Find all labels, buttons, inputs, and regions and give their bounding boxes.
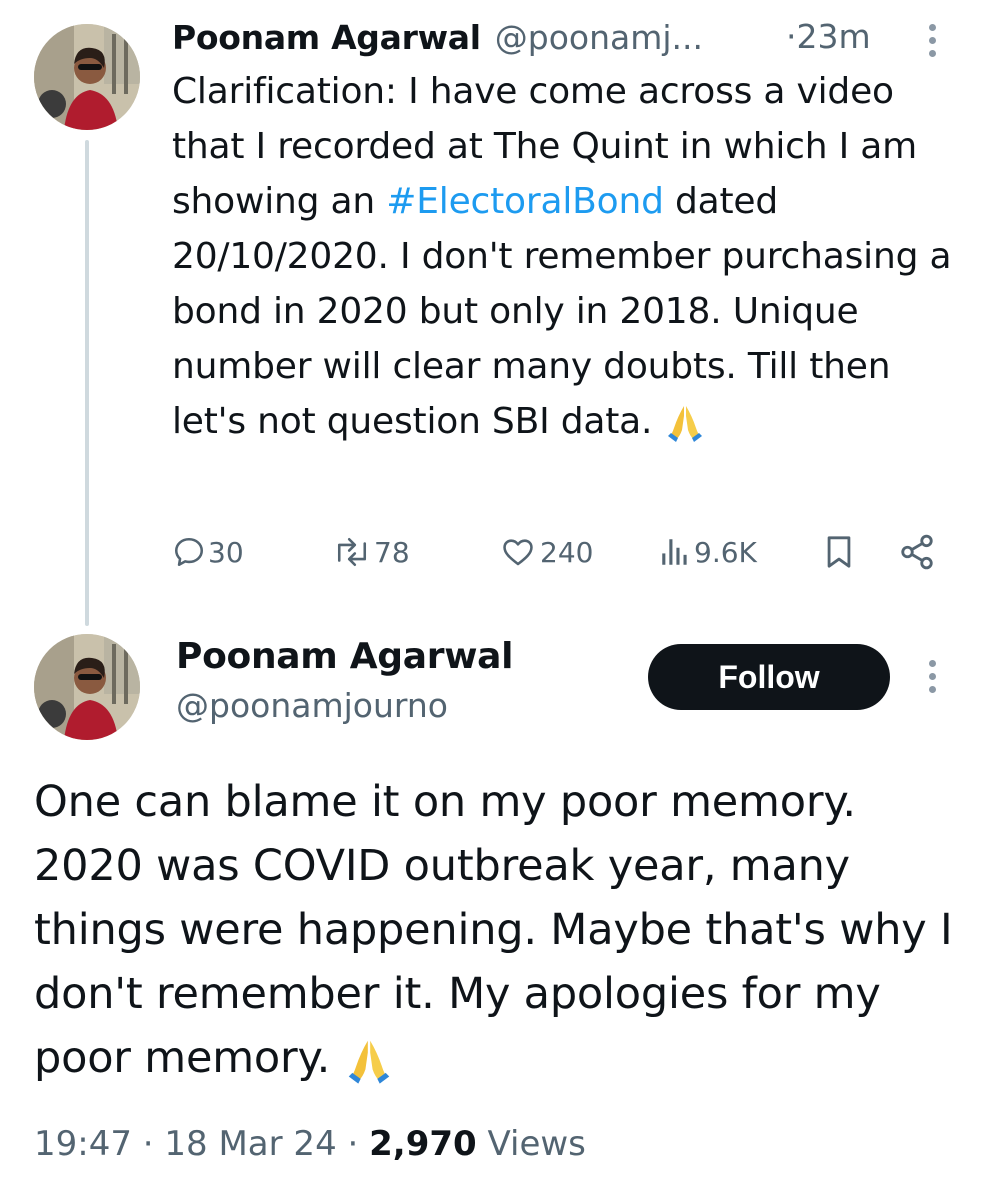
tweet-header: Poonam Agarwal @poonamj... [172, 14, 703, 60]
author-name[interactable]: Poonam Agarwal [172, 18, 481, 57]
tweet-text-body: One can blame it on my poor memory. 2020… [34, 777, 953, 1083]
reply-button[interactable]: 30 [172, 530, 244, 574]
tweet-actions: 30 78 240 9.6K [172, 530, 962, 574]
views-icon [662, 539, 687, 565]
tweet-text: One can blame it on my poor memory. 2020… [34, 770, 964, 1090]
views-button[interactable]: 9.6K [658, 530, 757, 574]
repost-button[interactable]: 78 [332, 530, 410, 574]
author-handle[interactable]: @poonamjourno [176, 686, 448, 725]
tweet-meta: 19:47 · 18 Mar 24 · 2,970 Views [34, 1124, 586, 1164]
separator-dot: · [786, 17, 797, 56]
bookmark-button[interactable] [822, 530, 856, 574]
author-name[interactable]: Poonam Agarwal [176, 636, 513, 677]
views-count: 2,970 [369, 1124, 477, 1164]
views-count: 9.6K [694, 535, 757, 569]
tweet-time[interactable]: ·23m [786, 14, 871, 60]
repost-icon [337, 537, 367, 567]
folded-hands-icon [348, 1040, 389, 1084]
heart-icon [503, 539, 533, 566]
more-options-icon[interactable] [929, 24, 936, 57]
reply-count: 30 [208, 535, 244, 569]
like-count: 240 [540, 535, 594, 569]
like-button[interactable]: 240 [500, 530, 593, 574]
share-button[interactable] [898, 530, 936, 574]
views-label: Views [487, 1124, 586, 1164]
repost-count: 78 [374, 535, 410, 569]
timestamp[interactable]: 19:47 · 18 Mar 24 · [34, 1124, 358, 1164]
avatar-photo [34, 24, 140, 130]
share-icon [901, 534, 933, 570]
hashtag-link[interactable]: #ElectoralBond [386, 181, 664, 222]
avatar[interactable] [34, 634, 140, 740]
reply-icon [174, 537, 204, 567]
avatar[interactable] [34, 24, 140, 130]
avatar-photo [34, 634, 140, 740]
author-handle[interactable]: @poonamj... [495, 18, 703, 57]
tweet-text: Clarification: I have come across a vide… [172, 64, 962, 449]
follow-button[interactable]: Follow [648, 644, 890, 710]
folded-hands-icon [667, 406, 702, 442]
time-label: 23m [796, 17, 871, 56]
thread-line [85, 140, 89, 626]
bookmark-icon [827, 536, 851, 568]
more-options-icon[interactable] [929, 660, 936, 693]
